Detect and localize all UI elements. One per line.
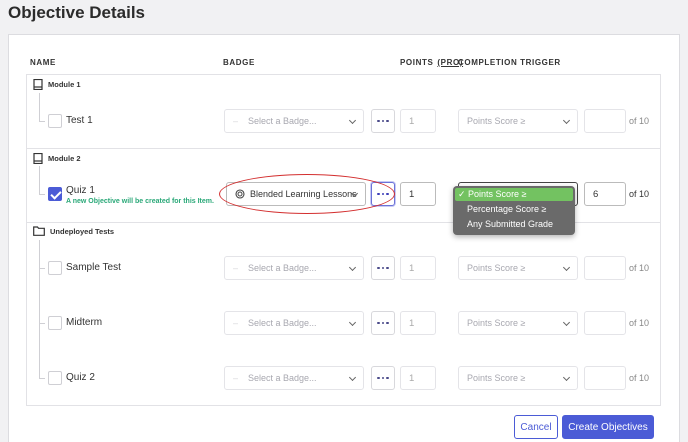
checkbox-quiz-1[interactable]: [48, 187, 62, 201]
trigger-option-any-submitted-grade[interactable]: Any Submitted Grade: [455, 218, 573, 231]
group-divider: [26, 148, 661, 149]
badge-select-value: Select a Badge...: [248, 318, 317, 328]
badge-options-button[interactable]: [371, 311, 395, 335]
points-input[interactable]: 1: [400, 311, 436, 335]
group-title: Module 1: [48, 80, 81, 89]
score-input[interactable]: [584, 366, 626, 390]
checkbox-test-1[interactable]: [48, 114, 62, 128]
score-input[interactable]: [584, 109, 626, 133]
trigger-select[interactable]: Points Score ≥: [458, 256, 578, 280]
chevron-down-icon: [348, 116, 357, 125]
points-input[interactable]: 1: [400, 182, 436, 206]
tree-connector: [39, 166, 45, 195]
group-title: Module 2: [48, 154, 81, 163]
folder-icon: [33, 226, 45, 236]
badge-select-value: Select a Badge...: [248, 116, 317, 126]
trigger-dropdown-menu: ✓ Points Score ≥ Percentage Score ≥ Any …: [453, 186, 575, 235]
badge-select[interactable]: – Select a Badge...: [224, 311, 364, 335]
score-max: of 10: [629, 373, 650, 383]
item-name: Quiz 2: [66, 372, 95, 383]
trigger-select-value: Points Score ≥: [467, 373, 526, 383]
trigger-option-points-score[interactable]: ✓ Points Score ≥: [455, 188, 573, 201]
badge-select[interactable]: – Select a Badge...: [224, 256, 364, 280]
score-input[interactable]: [584, 311, 626, 335]
book-icon: [33, 153, 43, 164]
badge-select[interactable]: – Select a Badge...: [224, 109, 364, 133]
group-module-1: Module 1: [33, 79, 81, 90]
create-objectives-button[interactable]: Create Objectives: [562, 415, 654, 439]
score-max: of 10: [629, 263, 650, 273]
new-objective-note: A new Objective will be created for this…: [66, 198, 214, 205]
chevron-down-icon: [348, 373, 357, 382]
badge-select-value: Select a Badge...: [248, 373, 317, 383]
badge-options-button[interactable]: [371, 109, 395, 133]
column-header-name: NAME: [30, 58, 56, 67]
item-name: Quiz 1: [66, 185, 95, 196]
trigger-select[interactable]: Points Score ≥: [458, 366, 578, 390]
points-input[interactable]: 1: [400, 256, 436, 280]
chevron-down-icon: [562, 116, 571, 125]
points-input[interactable]: 1: [400, 109, 436, 133]
score-max: of 10: [629, 189, 650, 199]
trigger-select-value: Points Score ≥: [467, 116, 526, 126]
tree-connector: [39, 324, 45, 379]
score-input[interactable]: [584, 256, 626, 280]
trigger-select[interactable]: Points Score ≥: [458, 109, 578, 133]
item-name: Sample Test: [66, 262, 121, 273]
badge-options-button[interactable]: [371, 366, 395, 390]
tree-connector: [39, 269, 45, 324]
item-name: Test 1: [66, 115, 93, 126]
points-header-label: POINTS: [400, 58, 434, 67]
trigger-select[interactable]: Points Score ≥: [458, 311, 578, 335]
points-input[interactable]: 1: [400, 366, 436, 390]
chevron-down-icon: [348, 263, 357, 272]
trigger-select-value: Points Score ≥: [467, 263, 526, 273]
score-input[interactable]: 6: [584, 182, 626, 206]
column-header-points: POINTS (PRO): [400, 58, 463, 67]
book-icon: [33, 79, 43, 90]
group-undeployed-tests: Undeployed Tests: [33, 226, 114, 236]
trigger-select-value: Points Score ≥: [467, 318, 526, 328]
checkbox-midterm[interactable]: [48, 316, 62, 330]
item-name: Midterm: [66, 317, 103, 328]
checkbox-sample-test[interactable]: [48, 261, 62, 275]
chevron-down-icon: [348, 318, 357, 327]
score-max: of 10: [629, 318, 650, 328]
tree-connector: [39, 93, 45, 122]
column-header-completion-trigger: COMPLETION TRIGGER: [458, 58, 561, 67]
trigger-option-percentage-score[interactable]: Percentage Score ≥: [455, 203, 573, 216]
group-title: Undeployed Tests: [50, 226, 115, 236]
badge-select-value: Select a Badge...: [248, 263, 317, 273]
badge-select[interactable]: – Select a Badge...: [224, 366, 364, 390]
column-header-badge: BADGE: [223, 58, 255, 67]
checkbox-quiz-2[interactable]: [48, 371, 62, 385]
tree-connector: [39, 240, 45, 269]
chevron-down-icon: [562, 373, 571, 382]
score-max: of 10: [629, 116, 650, 126]
group-module-2: Module 2: [33, 153, 81, 164]
highlight-annotation: [219, 174, 395, 214]
page-title: Objective Details: [8, 3, 146, 22]
badge-options-button[interactable]: [371, 256, 395, 280]
chevron-down-icon: [562, 318, 571, 327]
cancel-button[interactable]: Cancel: [514, 415, 558, 439]
chevron-down-icon: [562, 263, 571, 272]
